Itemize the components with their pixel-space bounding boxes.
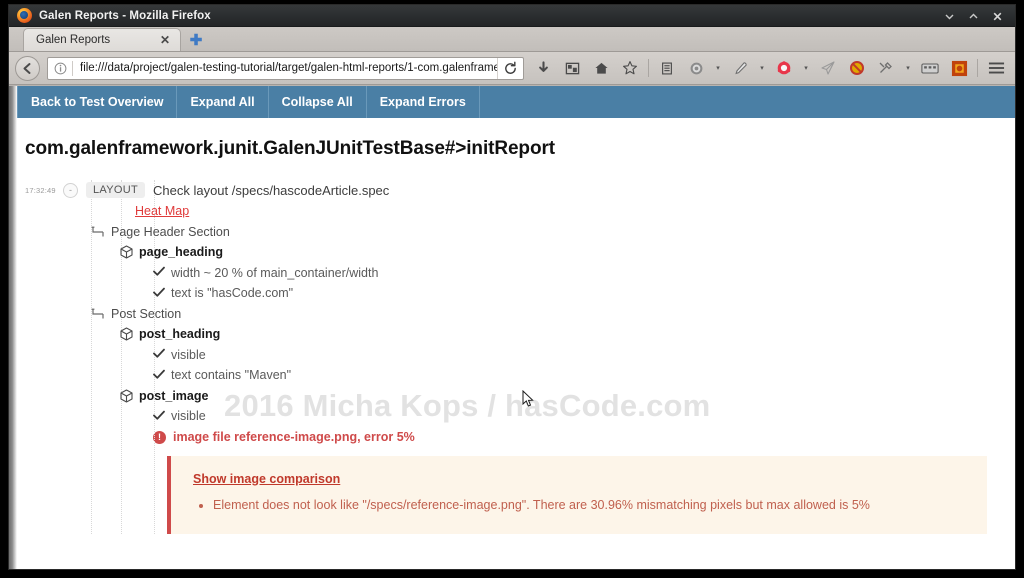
back-to-test-overview-button[interactable]: Back to Test Overview: [17, 86, 178, 118]
navigation-toolbar: file:///data/project/galen-testing-tutor…: [9, 52, 1015, 85]
tree-spec-error-row[interactable]: ! image file reference-image.png, error …: [25, 427, 1015, 448]
tree-spec-row: text is "hasCode.com": [25, 283, 1015, 304]
url-bar[interactable]: file:///data/project/galen-testing-tutor…: [47, 56, 524, 80]
close-icon[interactable]: ✕: [156, 34, 174, 46]
tree-spec-row: visible: [25, 406, 1015, 427]
heat-map-link[interactable]: Heat Map: [135, 204, 189, 218]
new-tab-button[interactable]: ✚: [183, 28, 209, 51]
spec-text: text contains "Maven": [171, 368, 292, 383]
gear-dropdown-icon[interactable]: ▾: [712, 56, 724, 80]
download-icon[interactable]: [530, 56, 556, 80]
error-message-list: Element does not look like "/specs/refer…: [193, 497, 971, 515]
tree-spec-row: visible: [25, 345, 1015, 366]
tab-strip: Galen Reports ✕ ✚: [9, 27, 1015, 52]
tree-spec-row: width ~ 20 % of main_container/width: [25, 263, 1015, 284]
eyedropper-icon[interactable]: [727, 56, 753, 80]
section-branch-icon: [91, 307, 105, 321]
cube-icon: [120, 327, 134, 341]
tools-dropdown-icon[interactable]: ▾: [902, 56, 914, 80]
section-branch-icon: [91, 225, 105, 239]
report-tree: 17:32:49 - LAYOUT Check layout /specs/ha…: [17, 180, 1015, 534]
check-icon: [153, 347, 165, 362]
list-item: Element does not look like "/specs/refer…: [213, 497, 971, 515]
section-label: Page Header Section: [111, 224, 230, 239]
object-label: post_image: [139, 388, 209, 403]
eyedropper-dropdown-icon[interactable]: ▾: [756, 56, 768, 80]
ubuntu-icon[interactable]: [771, 56, 797, 80]
layout-description: Check layout /specs/hascodeArticle.spec: [153, 182, 390, 198]
maximize-icon[interactable]: [961, 5, 985, 27]
cube-icon: [120, 389, 134, 403]
object-label: post_heading: [139, 327, 221, 342]
back-arrow-icon[interactable]: [15, 55, 40, 81]
hamburger-menu-icon[interactable]: [983, 56, 1009, 80]
gear-icon[interactable]: [683, 56, 709, 80]
show-image-comparison-link[interactable]: Show image comparison: [193, 472, 340, 486]
error-detail-panel: Show image comparison Element does not l…: [167, 455, 987, 534]
object-label: page_heading: [139, 245, 224, 260]
report-body: 2016 Micha Kops / hasCode.com com.galenf…: [17, 118, 1015, 569]
desktop-background: Galen Reports - Mozilla Firefox Galen Re…: [0, 0, 1024, 578]
status-badge: LAYOUT: [86, 182, 145, 199]
spec-text: width ~ 20 % of main_container/width: [171, 265, 379, 280]
check-icon: [153, 409, 165, 424]
reload-icon[interactable]: [497, 57, 523, 79]
check-icon: [153, 286, 165, 301]
check-icon: [153, 265, 165, 280]
window-title: Galen Reports - Mozilla Firefox: [39, 9, 211, 22]
check-icon: [153, 368, 165, 383]
collapse-toggle-icon[interactable]: -: [63, 182, 78, 198]
tools-icon[interactable]: [873, 56, 899, 80]
noscript-icon[interactable]: [844, 56, 870, 80]
browser-window: Galen Reports - Mozilla Firefox Galen Re…: [8, 4, 1016, 570]
spec-text: visible: [171, 409, 206, 424]
viewport-left-edge: [9, 86, 17, 569]
layout-row[interactable]: 17:32:49 - LAYOUT Check layout /specs/ha…: [25, 180, 1015, 201]
section-label: Post Section: [111, 306, 182, 321]
recording-icon[interactable]: [946, 56, 972, 80]
expand-errors-button[interactable]: Expand Errors: [367, 86, 480, 118]
toolbar-divider: [648, 59, 649, 77]
tab-label: Galen Reports: [36, 34, 111, 46]
info-icon[interactable]: [48, 62, 72, 75]
tree-object-post-heading[interactable]: post_heading: [25, 324, 1015, 345]
error-text: image file reference-image.png, error 5%: [173, 430, 415, 444]
expand-all-button[interactable]: Expand All: [177, 86, 269, 118]
spec-text: visible: [171, 347, 206, 362]
bookmark-star-icon[interactable]: [617, 56, 643, 80]
screenshot-icon[interactable]: [559, 56, 585, 80]
tree-object-post-image[interactable]: post_image: [25, 386, 1015, 407]
ubuntu-dropdown-icon[interactable]: ▾: [800, 56, 812, 80]
heat-map-row: Heat Map: [25, 201, 1015, 222]
tree-section-post[interactable]: Post Section: [25, 304, 1015, 325]
tree-object-page-heading[interactable]: page_heading: [25, 242, 1015, 263]
page-viewport: Back to Test Overview Expand All Collaps…: [9, 85, 1015, 569]
spec-text: text is "hasCode.com": [171, 286, 294, 301]
send-icon[interactable]: [815, 56, 841, 80]
minimize-icon[interactable]: [937, 5, 961, 27]
library-icon[interactable]: [654, 56, 680, 80]
tab-galen-reports[interactable]: Galen Reports ✕: [23, 28, 181, 51]
window-titlebar: Galen Reports - Mozilla Firefox: [9, 5, 1015, 27]
window-controls: [937, 5, 1009, 27]
collapse-all-button[interactable]: Collapse All: [269, 86, 367, 118]
firefox-logo-icon: [17, 8, 32, 23]
timestamp: 17:32:49: [25, 185, 56, 195]
home-icon[interactable]: [588, 56, 614, 80]
page-title: com.galenframework.junit.GalenJUnitTestB…: [25, 138, 555, 159]
toolbar-divider-2: [977, 59, 978, 77]
report-toolbar: Back to Test Overview Expand All Collaps…: [17, 86, 1015, 118]
tree-section-page-header[interactable]: Page Header Section: [25, 222, 1015, 243]
close-icon[interactable]: [985, 5, 1009, 27]
keyboard-icon[interactable]: [917, 56, 943, 80]
cube-icon: [120, 245, 134, 259]
url-text[interactable]: file:///data/project/galen-testing-tutor…: [73, 62, 497, 74]
tree-spec-row: text contains "Maven": [25, 365, 1015, 386]
